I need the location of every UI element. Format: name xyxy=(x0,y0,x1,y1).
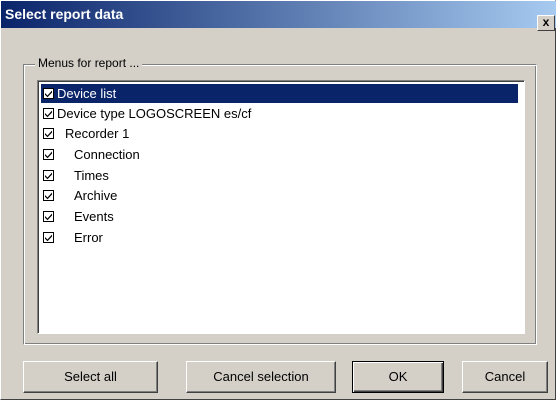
ok-button[interactable]: OK xyxy=(352,361,444,393)
dialog-window: Select report data x Menus for report ..… xyxy=(0,0,556,400)
list-item-archive[interactable]: Archive xyxy=(41,186,518,205)
menus-listbox[interactable]: Device list Device type LOGOSCREEN es/cf… xyxy=(37,80,525,334)
checkbox-checked-icon[interactable] xyxy=(43,149,54,160)
list-item-label: Archive xyxy=(74,188,118,203)
list-item-label: Times xyxy=(74,168,109,183)
list-item-label: Events xyxy=(74,209,114,224)
select-all-button[interactable]: Select all xyxy=(23,361,158,393)
cancel-button[interactable]: Cancel xyxy=(462,361,548,393)
list-item-label: Recorder 1 xyxy=(65,126,130,141)
list-item-events[interactable]: Events xyxy=(41,207,518,226)
close-button[interactable]: x xyxy=(537,15,555,31)
list-item-label: Error xyxy=(74,230,103,245)
list-item-label: Device type LOGOSCREEN es/cf xyxy=(57,106,252,121)
window-title: Select report data xyxy=(5,6,124,22)
checkbox-checked-icon[interactable] xyxy=(43,170,54,181)
list-item-label: Connection xyxy=(74,147,140,162)
checkbox-checked-icon[interactable] xyxy=(43,190,54,201)
list-item-device-list[interactable]: Device list xyxy=(41,84,518,103)
checkbox-checked-icon[interactable] xyxy=(43,128,54,139)
list-item-label: Device list xyxy=(57,86,117,101)
list-item-device-type[interactable]: Device type LOGOSCREEN es/cf xyxy=(41,104,518,123)
list-item-recorder[interactable]: Recorder 1 xyxy=(41,124,518,143)
close-icon: x xyxy=(542,15,550,29)
list-item-error[interactable]: Error xyxy=(41,228,518,247)
checkbox-checked-icon[interactable] xyxy=(43,88,54,99)
list-item-times[interactable]: Times xyxy=(41,166,518,185)
groupbox-legend: Menus for report ... xyxy=(35,56,143,70)
checkbox-checked-icon[interactable] xyxy=(43,232,54,243)
list-item-connection[interactable]: Connection xyxy=(41,145,518,164)
title-bar[interactable]: Select report data x xyxy=(1,1,556,31)
checkbox-checked-icon[interactable] xyxy=(43,211,54,222)
checkbox-checked-icon[interactable] xyxy=(43,108,54,119)
cancel-selection-button[interactable]: Cancel selection xyxy=(186,361,336,393)
